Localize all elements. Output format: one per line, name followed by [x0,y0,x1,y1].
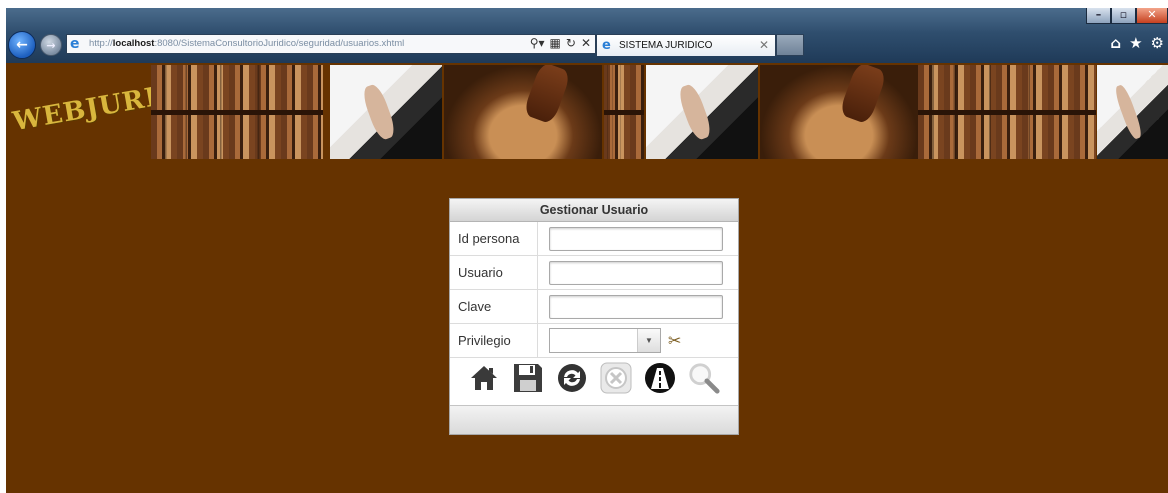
site-banner: WEBJURIS [6,63,1168,161]
id-persona-label: Id persona [450,222,538,255]
privilegio-select[interactable]: ▼ [549,328,661,353]
banner-photo-books [918,65,1096,159]
browser-chrome: – ▫ ✕ ← → e http://localhost:8080/Sistem… [6,8,1168,63]
form-row-clave: Clave [450,290,738,324]
search-icon[interactable]: ⚲▾ [530,36,545,50]
save-button[interactable] [511,361,545,395]
form-row-privilegio: Privilegio ▼ ✂ [450,324,738,358]
window-caption-buttons: – ▫ ✕ [1086,8,1168,24]
clave-input[interactable] [549,295,723,319]
banner-photo-signing [646,65,758,159]
form-toolbar [450,355,738,401]
cancel-icon [600,362,632,394]
tab-title: SISTEMA JURIDICO [619,40,713,51]
save-icon [514,364,542,392]
search-button[interactable] [687,361,721,395]
home-icon[interactable]: ⌂ [1110,34,1121,52]
banner-photo-books [604,65,644,159]
form-row-id-persona: Id persona [450,222,738,256]
gestionar-usuario-panel: Gestionar Usuario Id persona Usuario Cla… [449,198,739,435]
tools-icon[interactable]: ✂ [668,331,681,350]
banner-photo-books [151,65,323,159]
home-button[interactable] [467,361,501,395]
banner-photo-signing [1097,65,1168,159]
close-icon[interactable]: ✕ [759,38,769,52]
cancel-button[interactable] [599,361,633,395]
back-arrow-icon[interactable]: ← [8,31,36,59]
close-window-button[interactable]: ✕ [1136,8,1168,24]
star-icon[interactable]: ★ [1129,34,1142,52]
clave-label: Clave [450,290,538,323]
new-tab-button[interactable] [776,34,804,56]
maximize-button[interactable]: ▫ [1111,8,1136,24]
compatibility-icon[interactable]: ▦ [550,36,561,50]
usuario-label: Usuario [450,256,538,289]
form-row-usuario: Usuario [450,256,738,290]
usuario-input[interactable] [549,261,723,285]
refresh-icon[interactable]: ↻ [566,36,576,50]
home-icon [471,366,497,390]
forward-arrow-icon[interactable]: → [40,34,62,56]
road-button[interactable] [643,361,677,395]
ie-page-icon: e [70,36,80,52]
chevron-down-icon[interactable]: ▼ [637,329,660,352]
stop-icon[interactable]: ✕ [581,36,591,50]
url-text[interactable]: http://localhost:8080/SistemaConsultorio… [89,38,404,49]
minimize-button[interactable]: – [1086,8,1111,24]
tab-sistema-juridico[interactable]: e SISTEMA JURIDICO ✕ [596,34,776,56]
browser-tools: ⌂ ★ ⚙ [1110,34,1164,52]
address-bar[interactable]: e http://localhost:8080/SistemaConsultor… [66,34,596,54]
refresh-button[interactable] [555,361,589,395]
road-icon [645,363,675,393]
browser-window: – ▫ ✕ ← → e http://localhost:8080/Sistem… [6,8,1168,493]
id-persona-input[interactable] [549,227,723,251]
ie-page-icon: e [602,38,611,53]
banner-photo-gavel [760,65,918,159]
panel-title: Gestionar Usuario [450,199,738,222]
privilegio-label: Privilegio [450,324,538,357]
panel-footer [450,405,738,434]
gear-icon[interactable]: ⚙ [1151,34,1164,52]
banner-photo-signing [330,65,442,159]
address-tools: ⚲▾ ▦ ↻ ✕ [530,36,591,50]
search-icon [689,363,720,394]
banner-photo-gavel [444,65,602,159]
refresh-icon [558,364,586,392]
